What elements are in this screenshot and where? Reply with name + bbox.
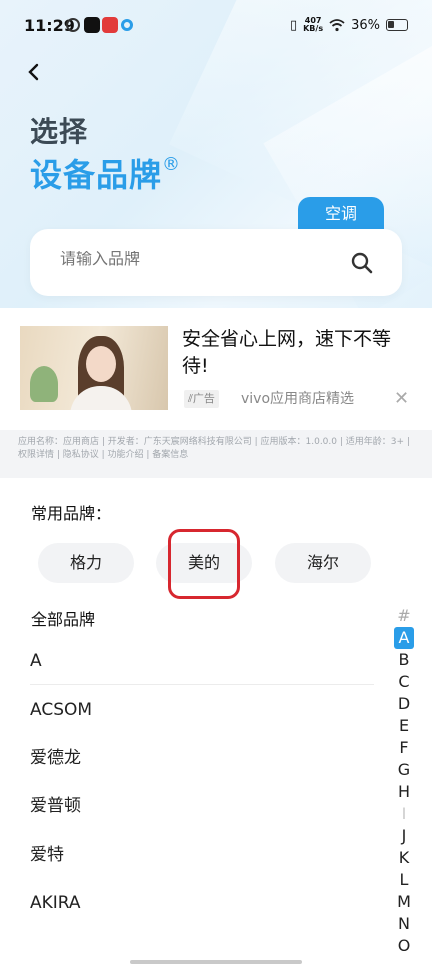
- index-letter[interactable]: #: [386, 605, 422, 627]
- wifi-icon: [329, 18, 345, 31]
- ad-tag-text: 广告: [192, 392, 215, 405]
- chevron-left-icon: [28, 63, 39, 81]
- back-button[interactable]: [26, 62, 46, 86]
- index-letter[interactable]: N: [386, 913, 422, 935]
- common-brands-label: 常用品牌：: [31, 504, 112, 523]
- index-letter[interactable]: F: [386, 737, 422, 759]
- home-indicator[interactable]: [130, 960, 302, 964]
- index-letter[interactable]: G: [386, 759, 422, 781]
- ad-source: vivo应用商店精选: [241, 391, 355, 407]
- highlight-box: [168, 529, 240, 599]
- index-letter[interactable]: H: [386, 781, 422, 803]
- all-brands-label: 全部品牌: [31, 610, 96, 629]
- alphabet-index[interactable]: # A B C D E F G H I J K L M N O: [386, 605, 422, 957]
- app-notification-icon: [66, 18, 80, 32]
- list-item[interactable]: 爱德龙: [30, 734, 370, 782]
- status-indicators: ▯ 407 KB/s 36%: [290, 14, 408, 36]
- app-info[interactable]: 应用名称：应用商店 | 开发者：广东天宸网络科技有限公司 | 应用版本：1.0.…: [0, 430, 432, 478]
- vibrate-icon: ▯: [289, 17, 298, 33]
- close-icon[interactable]: ✕: [394, 390, 409, 408]
- index-letter[interactable]: C: [386, 671, 422, 693]
- tiktok-icon: [84, 17, 100, 33]
- section-header-a: A: [30, 651, 42, 671]
- status-bar: 11:29 ▯ 407 KB/s 36%: [0, 0, 432, 50]
- index-letter[interactable]: J: [386, 825, 422, 847]
- list-item[interactable]: 爱普顿: [30, 782, 370, 830]
- index-letter[interactable]: K: [386, 847, 422, 869]
- index-letter[interactable]: M: [386, 891, 422, 913]
- search-input[interactable]: [60, 251, 320, 269]
- ad-image-decor: [86, 346, 116, 382]
- page-title-line1: 选择: [30, 115, 89, 148]
- app-notification-icon: [121, 19, 133, 31]
- search-box[interactable]: [30, 229, 402, 296]
- page-title-line2: 设备品牌®: [30, 150, 181, 196]
- app-notification-icon: [102, 17, 118, 33]
- brand-chip-gree[interactable]: 格力: [38, 543, 134, 583]
- ad-image[interactable]: [20, 326, 168, 410]
- index-letter[interactable]: L: [386, 869, 422, 891]
- category-tab[interactable]: 空调: [298, 197, 384, 231]
- ad-title[interactable]: 安全省心上网，速下不等待!: [182, 326, 412, 380]
- index-letter-active[interactable]: A: [394, 627, 414, 649]
- list-item[interactable]: ACSOM: [30, 686, 370, 734]
- brand-chip-haier[interactable]: 海尔: [275, 543, 371, 583]
- ad-image-decor: [30, 366, 58, 402]
- divider: [30, 684, 374, 685]
- search-icon[interactable]: [350, 251, 374, 275]
- index-letter[interactable]: D: [386, 693, 422, 715]
- net-speed-unit: KB/s: [303, 24, 324, 33]
- ad-tag: ⫽广告: [184, 390, 219, 408]
- index-letter[interactable]: B: [386, 649, 422, 671]
- ad-banner[interactable]: 安全省心上网，速下不等待! ⫽广告 vivo应用商店精选 ✕: [0, 308, 432, 430]
- index-letter[interactable]: E: [386, 715, 422, 737]
- page-title-text: 设备品牌: [30, 156, 163, 194]
- list-item[interactable]: AKIRA: [30, 879, 370, 927]
- index-letter[interactable]: O: [386, 935, 422, 957]
- net-speed: 407 KB/s: [303, 17, 323, 33]
- list-item[interactable]: 爱特: [30, 831, 370, 879]
- battery-text: 36%: [351, 17, 380, 33]
- registered-mark: ®: [162, 154, 182, 176]
- index-letter[interactable]: I: [386, 803, 422, 825]
- battery-icon: [386, 19, 408, 31]
